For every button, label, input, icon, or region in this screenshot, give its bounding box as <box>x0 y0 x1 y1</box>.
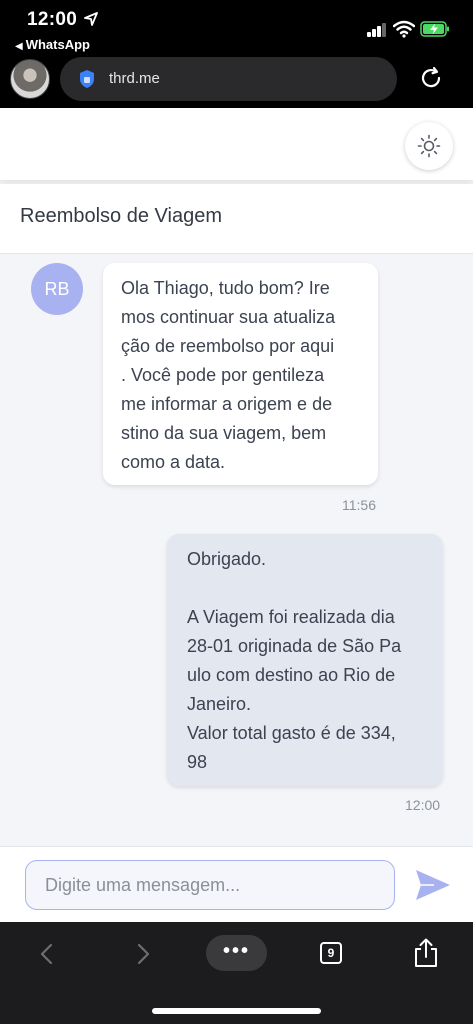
chat-header: Reembolso de Viagem <box>0 184 473 254</box>
top-panel <box>0 108 473 180</box>
shield-icon <box>80 70 94 88</box>
status-bar: 12:00 ◀ WhatsApp <box>0 0 473 56</box>
browser-toolbar: ••• 9 <box>0 922 473 1024</box>
send-icon[interactable] <box>414 868 452 902</box>
user-message: Obrigado. A Viagem foi realizada dia 28-… <box>167 534 443 786</box>
user-message-time: 12:00 <box>405 797 441 813</box>
forward-icon[interactable] <box>132 942 154 966</box>
back-app-label: WhatsApp <box>25 37 90 52</box>
tabs-icon[interactable]: 9 <box>320 942 342 964</box>
url-text: thrd.me <box>109 70 160 87</box>
chat-app: Reembolso de Viagem RB Ola Thiago, tudo … <box>0 108 473 922</box>
profile-avatar[interactable] <box>10 59 50 99</box>
chat-title: Reembolso de Viagem <box>20 205 222 227</box>
bot-message-time: 11:56 <box>342 497 376 513</box>
signal-icon <box>367 23 387 37</box>
message-composer <box>0 846 473 922</box>
home-indicator <box>152 1008 321 1014</box>
wifi-icon <box>393 20 415 38</box>
battery-charging-icon <box>420 21 449 37</box>
sun-icon <box>417 134 441 158</box>
back-to-app-link[interactable]: ◀ WhatsApp <box>15 37 90 52</box>
bot-message: Ola Thiago, tudo bom? Ire mos continuar … <box>103 263 378 485</box>
browser-address-bar: thrd.me <box>0 56 473 108</box>
back-triangle-icon: ◀ <box>15 41 23 52</box>
status-time: 12:00 <box>27 9 78 30</box>
url-field[interactable]: thrd.me <box>60 57 397 101</box>
theme-toggle-button[interactable] <box>405 122 453 170</box>
back-icon[interactable] <box>36 942 58 966</box>
bot-avatar: RB <box>31 263 83 315</box>
message-input[interactable] <box>25 860 395 910</box>
location-arrow-icon <box>84 12 98 26</box>
share-icon[interactable] <box>413 938 439 968</box>
more-menu-button[interactable]: ••• <box>206 935 267 971</box>
reload-icon[interactable] <box>418 65 444 91</box>
